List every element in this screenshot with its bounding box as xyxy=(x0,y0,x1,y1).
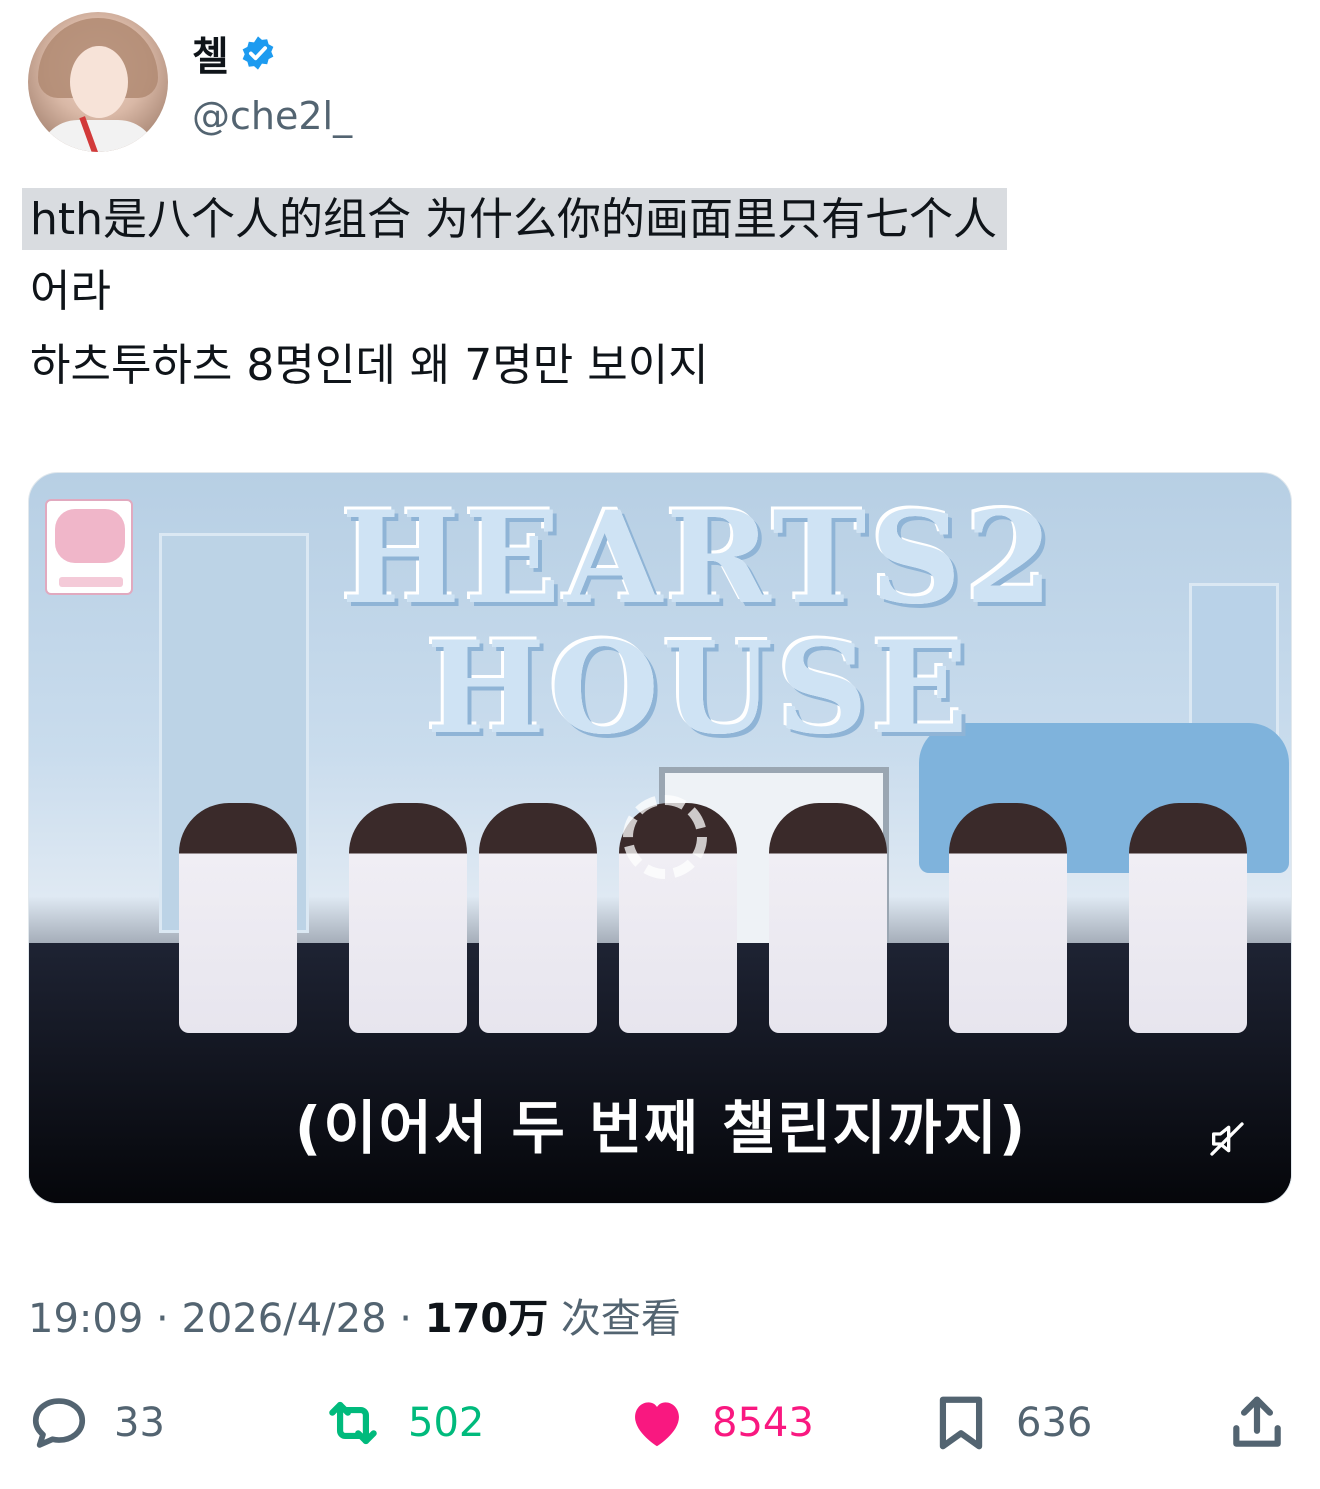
tweet-text-line-highlighted: hth是八个人的组合 为什么你的画面里只有七个人 xyxy=(22,188,1008,250)
bookmark-icon xyxy=(939,1396,983,1450)
views-count: 170万 xyxy=(424,1296,549,1342)
share-icon xyxy=(1233,1396,1281,1447)
views-label: 次查看 xyxy=(560,1296,681,1342)
avatar[interactable] xyxy=(28,12,168,152)
tweet-text-line: 하츠투하츠 8명인데 왜 7명만 보이지 xyxy=(30,340,709,391)
stage-banner-text: HEARTS2 HOUSE xyxy=(341,484,1057,762)
performer xyxy=(769,803,887,1033)
tweet-date[interactable]: 2026/4/28 xyxy=(181,1296,386,1342)
meta-separator: · xyxy=(143,1296,182,1342)
tweet-meta: 19:09 · 2026/4/28 · 170万 次查看 xyxy=(28,1286,681,1344)
performer xyxy=(479,803,597,1033)
like-count: 8543 xyxy=(712,1400,814,1446)
channel-logo-mark xyxy=(55,509,125,563)
author-handle[interactable]: @che2l_ xyxy=(192,94,352,138)
performer xyxy=(1129,803,1247,1033)
video-caption: (이어서 두 번째 챌린지까지) xyxy=(294,1094,1028,1162)
video-player[interactable]: HEARTS2 HOUSE (이어서 두 번째 챌린지까지) xyxy=(28,472,1292,1204)
retweet-icon xyxy=(329,1401,377,1445)
author-name-row[interactable]: 첼 xyxy=(192,24,277,82)
like-button[interactable]: 8543 xyxy=(626,1388,814,1458)
muted-speaker-icon[interactable] xyxy=(1207,1119,1247,1159)
retweet-count: 502 xyxy=(408,1400,485,1446)
avatar-shirt xyxy=(38,120,158,152)
channel-logo-strip xyxy=(59,577,123,587)
tweet-text-line: 어라 xyxy=(30,266,111,317)
heart-icon xyxy=(635,1402,679,1447)
meta-separator: · xyxy=(386,1296,425,1342)
channel-logo xyxy=(45,499,133,595)
performer xyxy=(349,803,467,1033)
avatar-face xyxy=(70,46,128,118)
retweet-button[interactable]: 502 xyxy=(322,1388,484,1458)
reply-count: 33 xyxy=(114,1400,165,1446)
author-display-name[interactable]: 첼 xyxy=(192,24,229,82)
tweet-time[interactable]: 19:09 xyxy=(28,1296,143,1342)
bookmark-count: 636 xyxy=(1016,1400,1093,1446)
reply-icon xyxy=(32,1398,86,1448)
loading-spinner-icon xyxy=(623,795,707,879)
verified-badge-icon xyxy=(242,36,274,70)
performer xyxy=(179,803,297,1033)
bookmark-button[interactable]: 636 xyxy=(930,1388,1092,1458)
reply-button[interactable]: 33 xyxy=(28,1388,165,1458)
action-bar: 33 502 8543 636 xyxy=(0,1388,1320,1458)
performer xyxy=(949,803,1067,1033)
share-button[interactable] xyxy=(1226,1388,1288,1458)
